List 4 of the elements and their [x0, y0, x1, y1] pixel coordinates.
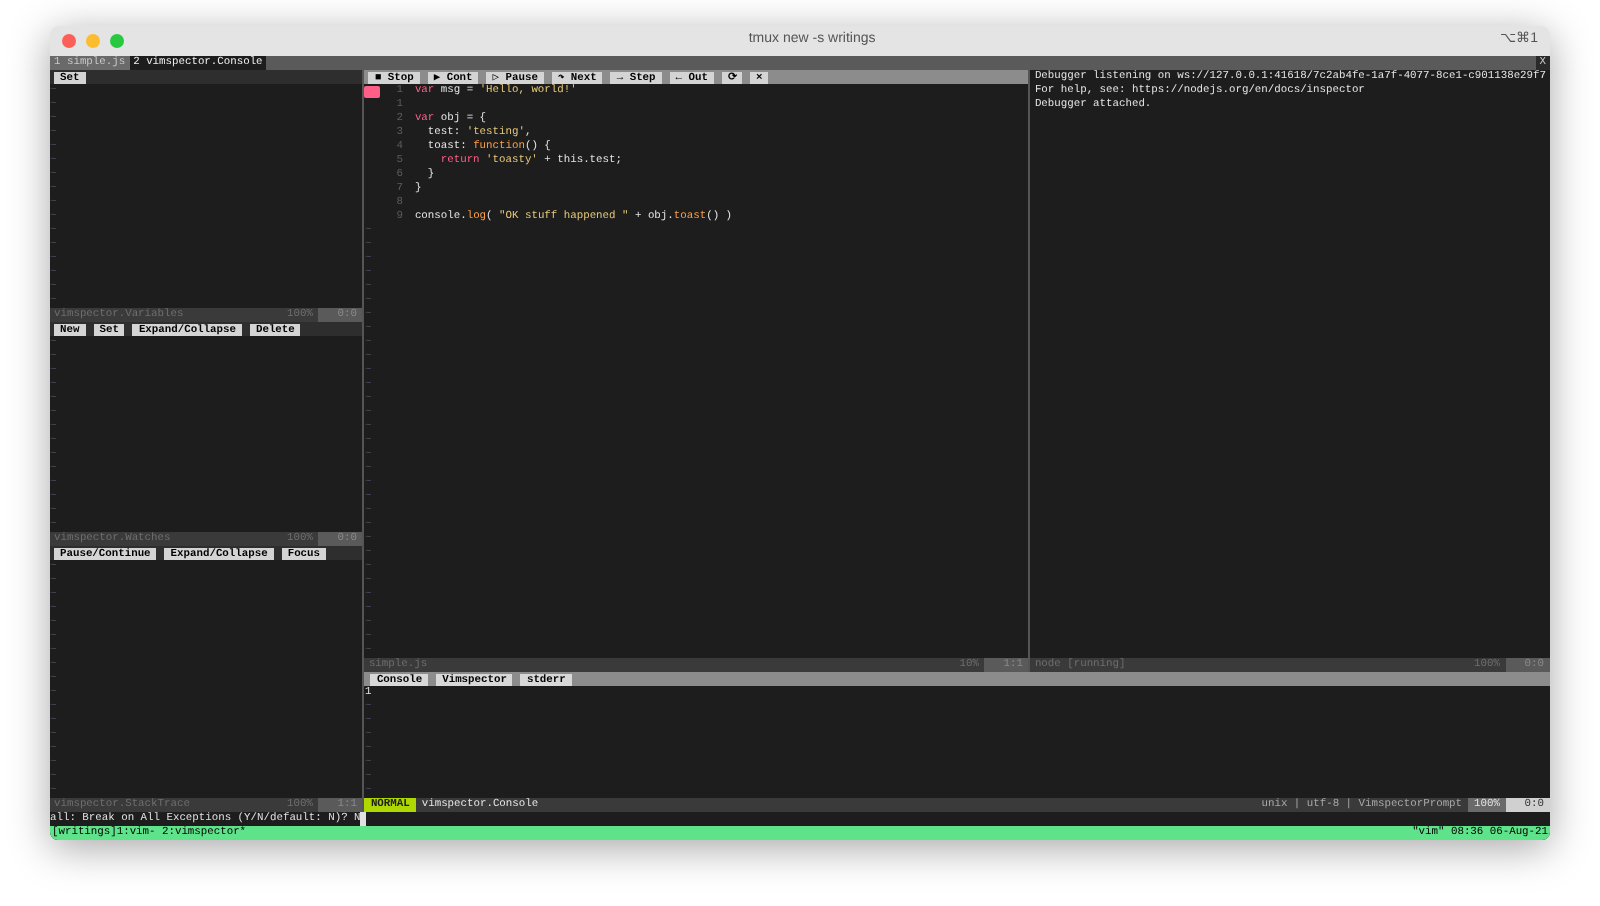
close-button[interactable]	[62, 34, 76, 48]
minimize-button[interactable]	[86, 34, 100, 48]
zoom-button[interactable]	[110, 34, 124, 48]
text-cursor	[360, 812, 367, 826]
